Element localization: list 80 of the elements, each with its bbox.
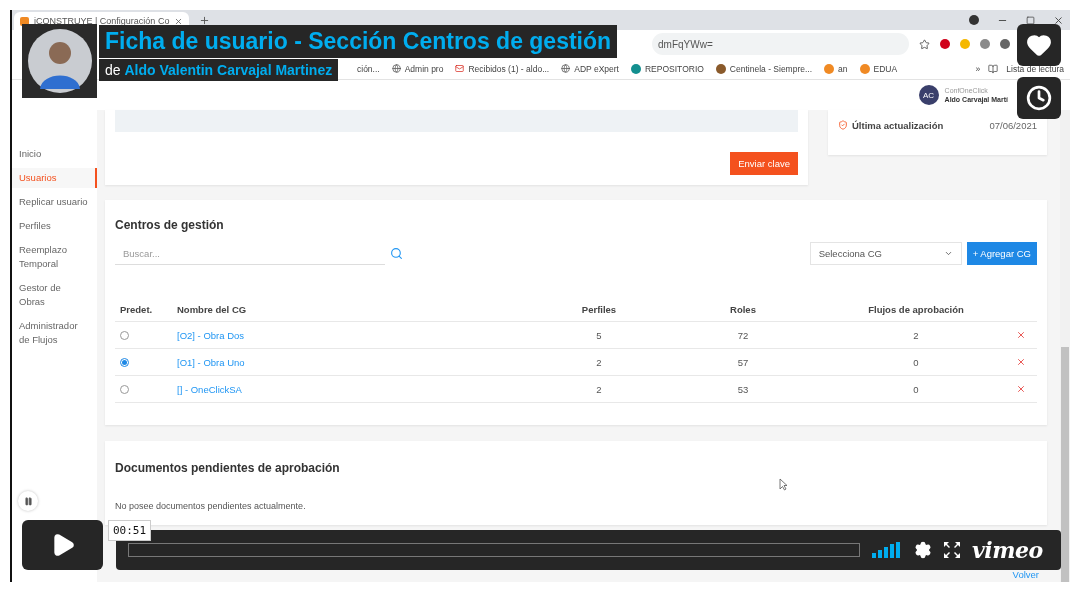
column-header: Perfiles xyxy=(540,297,658,322)
add-button[interactable]: + Agregar CG xyxy=(966,242,1037,265)
sidebar-item[interactable]: Perfiles xyxy=(12,216,97,236)
bookmark-icon xyxy=(824,63,835,74)
cursor-icon xyxy=(779,478,788,491)
radio-button[interactable] xyxy=(120,384,129,394)
video-title: Ficha de usuario - Sección Centros de gestión xyxy=(99,25,618,58)
address-bar[interactable]: dmFqYWw= xyxy=(652,33,909,55)
bookmark-icon xyxy=(455,64,465,73)
table-cell: 72 xyxy=(737,329,749,341)
update-label: Última actualización xyxy=(852,120,944,131)
video-byline: de Aldo Valentin Carvajal Martinez xyxy=(99,59,339,81)
radio-button[interactable] xyxy=(120,330,129,340)
vimeo-logo[interactable]: vimeo xyxy=(972,537,1043,563)
sidebar-item[interactable]: Administrador de Flujos xyxy=(12,316,97,350)
delete-icon[interactable] xyxy=(1015,384,1026,394)
scrollbar[interactable] xyxy=(1060,110,1070,582)
avatar xyxy=(27,29,92,93)
select-dropdown[interactable]: Selecciona CG xyxy=(809,242,962,265)
sidebar-item[interactable]: Reemplazo Temporal xyxy=(12,240,97,274)
column-header: Predet. xyxy=(115,297,172,322)
section-title: Documentos pendientes de aprobación xyxy=(115,461,341,475)
close-icon[interactable] xyxy=(1053,14,1064,26)
pause-icon xyxy=(23,496,33,506)
table-cell: 0 xyxy=(913,356,919,368)
bookmark-icon xyxy=(859,63,870,74)
update-date: 07/06/2021 xyxy=(989,120,1037,131)
new-tab-icon[interactable] xyxy=(199,15,211,26)
bookmark[interactable]: an xyxy=(824,63,848,74)
caret-icon xyxy=(943,249,953,258)
user-avatar[interactable]: AC xyxy=(918,85,939,105)
column-header: Roles xyxy=(658,297,828,322)
sidebar-item[interactable]: Replicar usuario xyxy=(12,192,97,212)
bookmark-icon xyxy=(715,63,726,74)
radio-button[interactable] xyxy=(120,357,129,367)
table-cell: 0 xyxy=(913,383,919,395)
search-icon[interactable] xyxy=(390,247,403,260)
sidebar-item[interactable]: Gestor de Obras xyxy=(12,278,97,312)
column-header: Flujos de aprobación xyxy=(828,297,1004,322)
reading-list-label[interactable]: Lista de lectura xyxy=(1006,63,1064,74)
play-button[interactable] xyxy=(22,520,103,570)
table-cell: 2 xyxy=(913,329,919,341)
delete-icon[interactable] xyxy=(1015,357,1026,367)
bookmark[interactable]: Admin pro xyxy=(391,63,444,74)
table-cell: 5 xyxy=(596,329,602,341)
like-button[interactable] xyxy=(1017,24,1061,66)
bookmark[interactable]: Recibidos (1) - aldo... xyxy=(455,63,550,74)
delete-icon[interactable] xyxy=(1015,330,1026,340)
section-title: Centros de gestión xyxy=(115,218,225,232)
table-cell: 2 xyxy=(596,383,602,395)
restore-icon[interactable] xyxy=(1026,15,1035,25)
bookmark-icon xyxy=(630,63,641,74)
column-header: Nombre del CG xyxy=(172,297,540,322)
watch-later-button[interactable] xyxy=(1017,77,1061,119)
overflow-button[interactable]: » xyxy=(975,63,981,74)
time-tooltip: 00:51 xyxy=(108,520,152,541)
star-icon[interactable] xyxy=(919,38,930,50)
bookmark[interactable]: EDUA xyxy=(859,63,898,74)
reading-list-icon[interactable] xyxy=(988,63,999,74)
heart-icon xyxy=(1026,32,1052,58)
settings-icon[interactable] xyxy=(914,541,932,559)
bookmark-icon xyxy=(561,64,571,73)
empty-message: No posee documentos pendientes actualmente. xyxy=(115,501,307,511)
sidebar-item[interactable]: Inicio xyxy=(12,144,97,164)
bookmark-icon xyxy=(391,64,401,73)
profile-icon[interactable] xyxy=(969,15,979,25)
bookmark[interactable]: ADP eXpert xyxy=(561,63,619,74)
author-link[interactable]: Aldo Valentin Carvajal Martinez xyxy=(124,62,333,78)
bookmark[interactable]: REPOSITORIO xyxy=(630,63,704,74)
table-cell: 57 xyxy=(737,356,749,368)
progress-bar[interactable] xyxy=(128,543,860,557)
bookmark[interactable]: ción... xyxy=(357,63,380,74)
table-cell: 53 xyxy=(737,383,749,395)
volume-icon[interactable] xyxy=(872,542,902,558)
fullscreen-icon[interactable] xyxy=(944,542,960,558)
close-icon[interactable] xyxy=(174,16,184,26)
clock-icon xyxy=(1026,85,1052,111)
shield-icon xyxy=(838,120,848,130)
table-cell: 2 xyxy=(596,356,602,368)
bookmark[interactable]: Centinela - Siempre... xyxy=(715,63,813,74)
